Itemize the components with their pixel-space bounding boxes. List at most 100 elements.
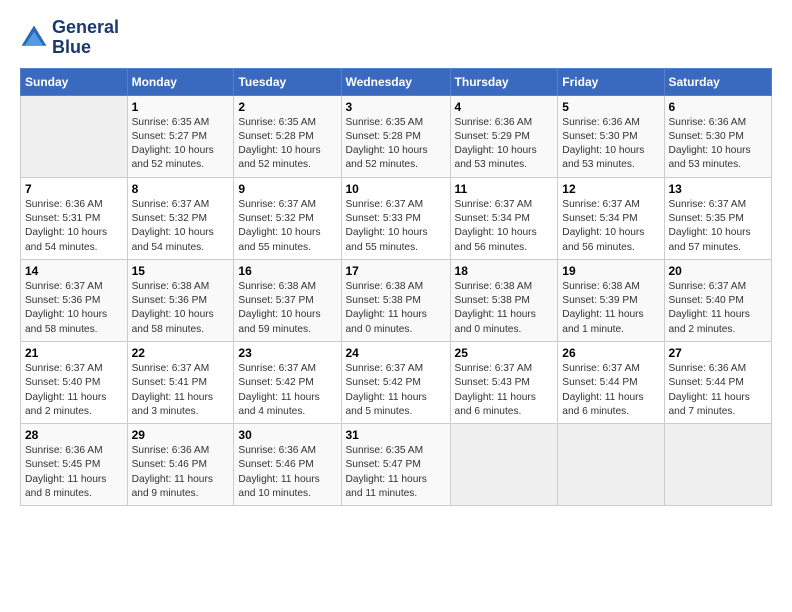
day-info: Sunrise: 6:38 AM Sunset: 5:38 PM Dayligh…: [455, 280, 554, 337]
calendar-cell: 25 Sunrise: 6:37 AM Sunset: 5:43 PM Dayli…: [450, 341, 558, 423]
calendar-cell: 12Sunrise: 6:37 AM Sunset: 5:34 PM Dayli…: [558, 177, 664, 259]
day-number: 8: [132, 182, 230, 196]
header-day: Tuesday: [234, 68, 341, 95]
calendar-cell: 7 Sunrise: 6:36 AM Sunset: 5:31 PM Daylig…: [21, 177, 128, 259]
calendar-cell: 4Sunrise: 6:36 AM Sunset: 5:29 PM Daylig…: [450, 95, 558, 177]
day-number: 18: [455, 264, 554, 278]
day-info: Sunrise: 6:37 AM Sunset: 5:34 PM Dayligh…: [455, 198, 554, 255]
header-day: Thursday: [450, 68, 558, 95]
day-info: Sunrise: 6:37 AM Sunset: 5:43 PM Dayligh…: [455, 362, 554, 419]
day-number: 9: [238, 182, 336, 196]
day-info: Sunrise: 6:38 AM Sunset: 5:37 PM Dayligh…: [238, 280, 336, 337]
calendar-week-row: 7 Sunrise: 6:36 AM Sunset: 5:31 PM Daylig…: [21, 177, 772, 259]
day-info: Sunrise: 6:35 AM Sunset: 5:28 PM Dayligh…: [346, 116, 446, 173]
calendar-cell: 5 Sunrise: 6:36 AM Sunset: 5:30 PM Daylig…: [558, 95, 664, 177]
day-info: Sunrise: 6:37 AM Sunset: 5:33 PM Dayligh…: [346, 198, 446, 255]
calendar-cell: [450, 424, 558, 506]
day-info: Sunrise: 6:37 AM Sunset: 5:35 PM Dayligh…: [669, 198, 768, 255]
calendar-cell: 3 Sunrise: 6:35 AM Sunset: 5:28 PM Daylig…: [341, 95, 450, 177]
day-info: Sunrise: 6:35 AM Sunset: 5:47 PM Dayligh…: [346, 444, 446, 501]
day-info: Sunrise: 6:37 AM Sunset: 5:32 PM Dayligh…: [238, 198, 336, 255]
day-number: 27: [669, 346, 768, 360]
day-number: 15: [132, 264, 230, 278]
logo-text-blue: Blue: [52, 38, 119, 58]
day-info: Sunrise: 6:37 AM Sunset: 5:42 PM Dayligh…: [238, 362, 336, 419]
day-number: 13: [669, 182, 768, 196]
calendar-cell: 18 Sunrise: 6:38 AM Sunset: 5:38 PM Dayli…: [450, 259, 558, 341]
day-info: Sunrise: 6:37 AM Sunset: 5:41 PM Dayligh…: [132, 362, 230, 419]
calendar-week-row: 21Sunrise: 6:37 AM Sunset: 5:40 PM Dayli…: [21, 341, 772, 423]
calendar-cell: 1 Sunrise: 6:35 AM Sunset: 5:27 PM Daylig…: [127, 95, 234, 177]
calendar-week-row: 1 Sunrise: 6:35 AM Sunset: 5:27 PM Daylig…: [21, 95, 772, 177]
day-info: Sunrise: 6:38 AM Sunset: 5:39 PM Dayligh…: [562, 280, 659, 337]
day-number: 24: [346, 346, 446, 360]
header-day: Friday: [558, 68, 664, 95]
calendar-cell: 20Sunrise: 6:37 AM Sunset: 5:40 PM Dayli…: [664, 259, 772, 341]
calendar-cell: 28 Sunrise: 6:36 AM Sunset: 5:45 PM Dayli…: [21, 424, 128, 506]
day-number: 5: [562, 100, 659, 114]
calendar-cell: [558, 424, 664, 506]
calendar-cell: 15Sunrise: 6:38 AM Sunset: 5:36 PM Dayli…: [127, 259, 234, 341]
day-number: 4: [455, 100, 554, 114]
day-number: 1: [132, 100, 230, 114]
day-number: 30: [238, 428, 336, 442]
calendar-cell: 29Sunrise: 6:36 AM Sunset: 5:46 PM Dayli…: [127, 424, 234, 506]
calendar-cell: 10 Sunrise: 6:37 AM Sunset: 5:33 PM Dayli…: [341, 177, 450, 259]
page: General Blue SundayMondayTuesdayWednesda…: [0, 0, 792, 612]
day-number: 28: [25, 428, 123, 442]
day-info: Sunrise: 6:36 AM Sunset: 5:31 PM Dayligh…: [25, 198, 123, 255]
day-info: Sunrise: 6:35 AM Sunset: 5:27 PM Dayligh…: [132, 116, 230, 173]
day-info: Sunrise: 6:38 AM Sunset: 5:38 PM Dayligh…: [346, 280, 446, 337]
day-number: 29: [132, 428, 230, 442]
calendar-cell: 8 Sunrise: 6:37 AM Sunset: 5:32 PM Daylig…: [127, 177, 234, 259]
calendar-table: SundayMondayTuesdayWednesdayThursdayFrid…: [20, 68, 772, 507]
day-number: 16: [238, 264, 336, 278]
header: General Blue: [20, 18, 772, 58]
calendar-cell: 23 Sunrise: 6:37 AM Sunset: 5:42 PM Dayli…: [234, 341, 341, 423]
day-number: 22: [132, 346, 230, 360]
calendar-cell: 19 Sunrise: 6:38 AM Sunset: 5:39 PM Dayli…: [558, 259, 664, 341]
day-number: 2: [238, 100, 336, 114]
calendar-cell: 9 Sunrise: 6:37 AM Sunset: 5:32 PM Daylig…: [234, 177, 341, 259]
calendar-cell: [664, 424, 772, 506]
day-number: 21: [25, 346, 123, 360]
calendar-cell: 24 Sunrise: 6:37 AM Sunset: 5:42 PM Dayli…: [341, 341, 450, 423]
day-number: 3: [346, 100, 446, 114]
day-number: 10: [346, 182, 446, 196]
day-info: Sunrise: 6:37 AM Sunset: 5:32 PM Dayligh…: [132, 198, 230, 255]
day-number: 19: [562, 264, 659, 278]
day-info: Sunrise: 6:37 AM Sunset: 5:34 PM Dayligh…: [562, 198, 659, 255]
day-info: Sunrise: 6:36 AM Sunset: 5:30 PM Dayligh…: [669, 116, 768, 173]
day-info: Sunrise: 6:37 AM Sunset: 5:36 PM Dayligh…: [25, 280, 123, 337]
day-info: Sunrise: 6:36 AM Sunset: 5:30 PM Dayligh…: [562, 116, 659, 173]
header-day: Wednesday: [341, 68, 450, 95]
calendar-cell: 17Sunrise: 6:38 AM Sunset: 5:38 PM Dayli…: [341, 259, 450, 341]
day-info: Sunrise: 6:36 AM Sunset: 5:44 PM Dayligh…: [669, 362, 768, 419]
day-number: 26: [562, 346, 659, 360]
day-info: Sunrise: 6:36 AM Sunset: 5:46 PM Dayligh…: [238, 444, 336, 501]
day-number: 25: [455, 346, 554, 360]
day-number: 6: [669, 100, 768, 114]
calendar-cell: 6 Sunrise: 6:36 AM Sunset: 5:30 PM Daylig…: [664, 95, 772, 177]
calendar-cell: 21Sunrise: 6:37 AM Sunset: 5:40 PM Dayli…: [21, 341, 128, 423]
day-number: 7: [25, 182, 123, 196]
calendar-week-row: 14 Sunrise: 6:37 AM Sunset: 5:36 PM Dayli…: [21, 259, 772, 341]
calendar-cell: 22 Sunrise: 6:37 AM Sunset: 5:41 PM Dayli…: [127, 341, 234, 423]
logo-text-general: General: [52, 18, 119, 38]
day-info: Sunrise: 6:37 AM Sunset: 5:44 PM Dayligh…: [562, 362, 659, 419]
calendar-cell: 11Sunrise: 6:37 AM Sunset: 5:34 PM Dayli…: [450, 177, 558, 259]
day-info: Sunrise: 6:36 AM Sunset: 5:45 PM Dayligh…: [25, 444, 123, 501]
day-number: 23: [238, 346, 336, 360]
calendar-cell: 16 Sunrise: 6:38 AM Sunset: 5:37 PM Dayli…: [234, 259, 341, 341]
calendar-week-row: 28 Sunrise: 6:36 AM Sunset: 5:45 PM Dayli…: [21, 424, 772, 506]
calendar-cell: 31 Sunrise: 6:35 AM Sunset: 5:47 PM Dayli…: [341, 424, 450, 506]
day-info: Sunrise: 6:37 AM Sunset: 5:42 PM Dayligh…: [346, 362, 446, 419]
header-row: SundayMondayTuesdayWednesdayThursdayFrid…: [21, 68, 772, 95]
day-number: 14: [25, 264, 123, 278]
logo: General Blue: [20, 18, 119, 58]
calendar-cell: 27 Sunrise: 6:36 AM Sunset: 5:44 PM Dayli…: [664, 341, 772, 423]
calendar-cell: 2Sunrise: 6:35 AM Sunset: 5:28 PM Daylig…: [234, 95, 341, 177]
day-number: 31: [346, 428, 446, 442]
calendar-cell: 13 Sunrise: 6:37 AM Sunset: 5:35 PM Dayli…: [664, 177, 772, 259]
calendar-cell: 14 Sunrise: 6:37 AM Sunset: 5:36 PM Dayli…: [21, 259, 128, 341]
